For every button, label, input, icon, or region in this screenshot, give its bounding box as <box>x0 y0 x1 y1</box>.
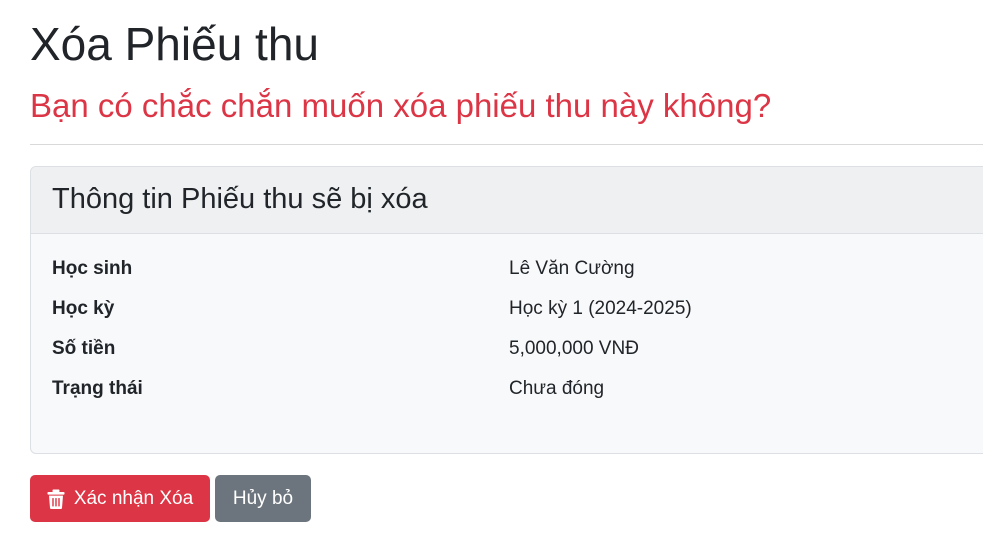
info-value: 5,000,000 VNĐ <box>509 338 639 359</box>
delete-receipt-page: Xóa Phiếu thu Bạn có chắc chắn muốn xóa … <box>0 0 983 555</box>
card-title: Thông tin Phiếu thu sẽ bị xóa <box>52 183 428 215</box>
info-row-amount: Số tiền 5,000,000 VNĐ <box>52 335 982 363</box>
info-row-status: Trạng thái Chưa đóng <box>52 375 982 403</box>
card-header: Thông tin Phiếu thu sẽ bị xóa <box>31 167 983 234</box>
info-value: Lê Văn Cường <box>509 258 635 279</box>
divider <box>30 144 983 145</box>
confirm-delete-button[interactable]: Xác nhận Xóa <box>30 475 210 522</box>
cancel-label: Hủy bỏ <box>232 488 294 509</box>
info-row-student: Học sinh Lê Văn Cường <box>52 255 982 283</box>
info-value: Chưa đóng <box>509 378 605 399</box>
confirm-delete-label: Xác nhận Xóa <box>73 488 194 509</box>
trash-icon <box>47 489 65 509</box>
receipt-info-card: Thông tin Phiếu thu sẽ bị xóa Học sinh L… <box>30 166 983 454</box>
info-label: Số tiền <box>52 338 116 359</box>
info-value: Học kỳ 1 (2024-2025) <box>509 298 692 319</box>
info-label: Học sinh <box>52 258 133 279</box>
page-title: Xóa Phiếu thu <box>30 18 320 70</box>
info-label: Học kỳ <box>52 298 115 319</box>
delete-warning: Bạn có chắc chắn muốn xóa phiếu thu này … <box>30 87 772 124</box>
info-label: Trạng thái <box>52 378 143 399</box>
cancel-button[interactable]: Hủy bỏ <box>215 475 311 522</box>
info-row-semester: Học kỳ Học kỳ 1 (2024-2025) <box>52 295 982 323</box>
